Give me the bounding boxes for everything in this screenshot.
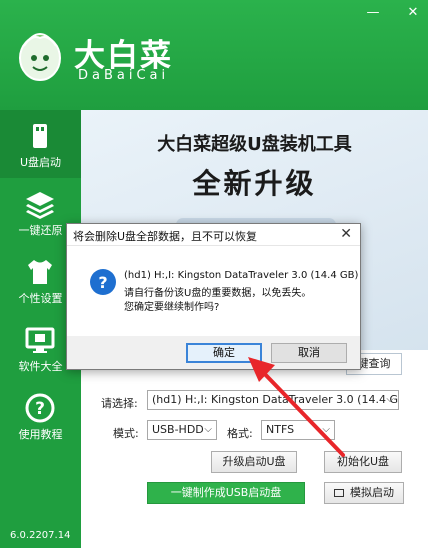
select-label: 请选择:	[101, 397, 138, 410]
app-header: 大白菜 DaBaiCai — ✕	[0, 0, 428, 110]
confirm-button[interactable]: 确定	[186, 343, 262, 363]
question-circle-icon: ?	[90, 269, 116, 295]
format-label: 格式:	[227, 427, 253, 440]
cancel-button[interactable]: 取消	[271, 343, 347, 363]
init-usb-button[interactable]: 初始化U盘	[324, 451, 402, 473]
mode-select[interactable]: USB-HDD ⌵	[147, 420, 217, 440]
monitor-icon	[334, 489, 344, 497]
dialog-device-line: (hd1) H:,I: Kingston DataTraveler 3.0 (1…	[124, 270, 359, 281]
dialog-title: 将会删除U盘全部数据，且不可以恢复	[73, 230, 258, 243]
svg-text:?: ?	[98, 273, 107, 292]
monitor-icon	[25, 327, 55, 353]
dialog-titlebar: 将会删除U盘全部数据，且不可以恢复 ✕	[67, 224, 360, 246]
upgrade-usb-button[interactable]: 升级启动U盘	[211, 451, 297, 473]
device-select-value: (hd1) H:,I: Kingston DataTraveler 3.0 (1…	[152, 393, 399, 406]
close-icon[interactable]: ✕	[340, 226, 352, 242]
svg-text:?: ?	[35, 399, 45, 419]
format-select-value: NTFS	[266, 423, 295, 436]
layers-icon	[26, 192, 54, 219]
version-label: 6.0.2207.14	[10, 530, 71, 541]
shirt-icon	[28, 260, 52, 284]
sidebar-item-tutorial[interactable]: ? 使用教程	[0, 382, 81, 450]
dialog-warning-line: 请自行备份该U盘的重要数据，以免丢失。	[124, 288, 312, 299]
dialog-footer: 确定 取消	[67, 336, 360, 369]
cabbage-logo-icon	[19, 33, 61, 81]
usb-drive-icon	[33, 124, 47, 148]
banner-headline: 全新升级	[192, 167, 317, 200]
minimize-icon[interactable]: —	[366, 6, 380, 20]
simulate-boot-button[interactable]: 模拟启动	[324, 482, 404, 504]
mode-select-value: USB-HDD	[152, 423, 204, 436]
device-select[interactable]: (hd1) H:,I: Kingston DataTraveler 3.0 (1…	[147, 390, 399, 410]
sidebar-item-label: U盘启动	[19, 156, 62, 169]
mode-label: 模式:	[113, 427, 139, 440]
app-subtitle: DaBaiCai	[78, 68, 170, 83]
confirm-dialog: 将会删除U盘全部数据，且不可以恢复 ✕ ? (hd1) H:,I: Kingst…	[66, 223, 361, 370]
close-icon[interactable]: ✕	[406, 6, 420, 20]
banner-title: 大白菜超级U盘装机工具	[157, 134, 352, 155]
simulate-boot-label: 模拟启动	[350, 486, 394, 499]
chevron-down-icon: ⌵	[386, 394, 394, 405]
format-select[interactable]: NTFS ⌵	[261, 420, 335, 440]
make-boot-usb-button[interactable]: 一键制作成USB启动盘	[147, 482, 305, 504]
dialog-question-line: 您确定要继续制作吗?	[124, 302, 220, 313]
sidebar-item-usb-boot[interactable]: U盘启动	[0, 110, 81, 178]
sidebar-item-label: 使用教程	[18, 428, 63, 441]
question-icon: ?	[25, 393, 55, 423]
chevron-down-icon: ⌵	[322, 424, 330, 435]
chevron-down-icon: ⌵	[204, 424, 212, 435]
